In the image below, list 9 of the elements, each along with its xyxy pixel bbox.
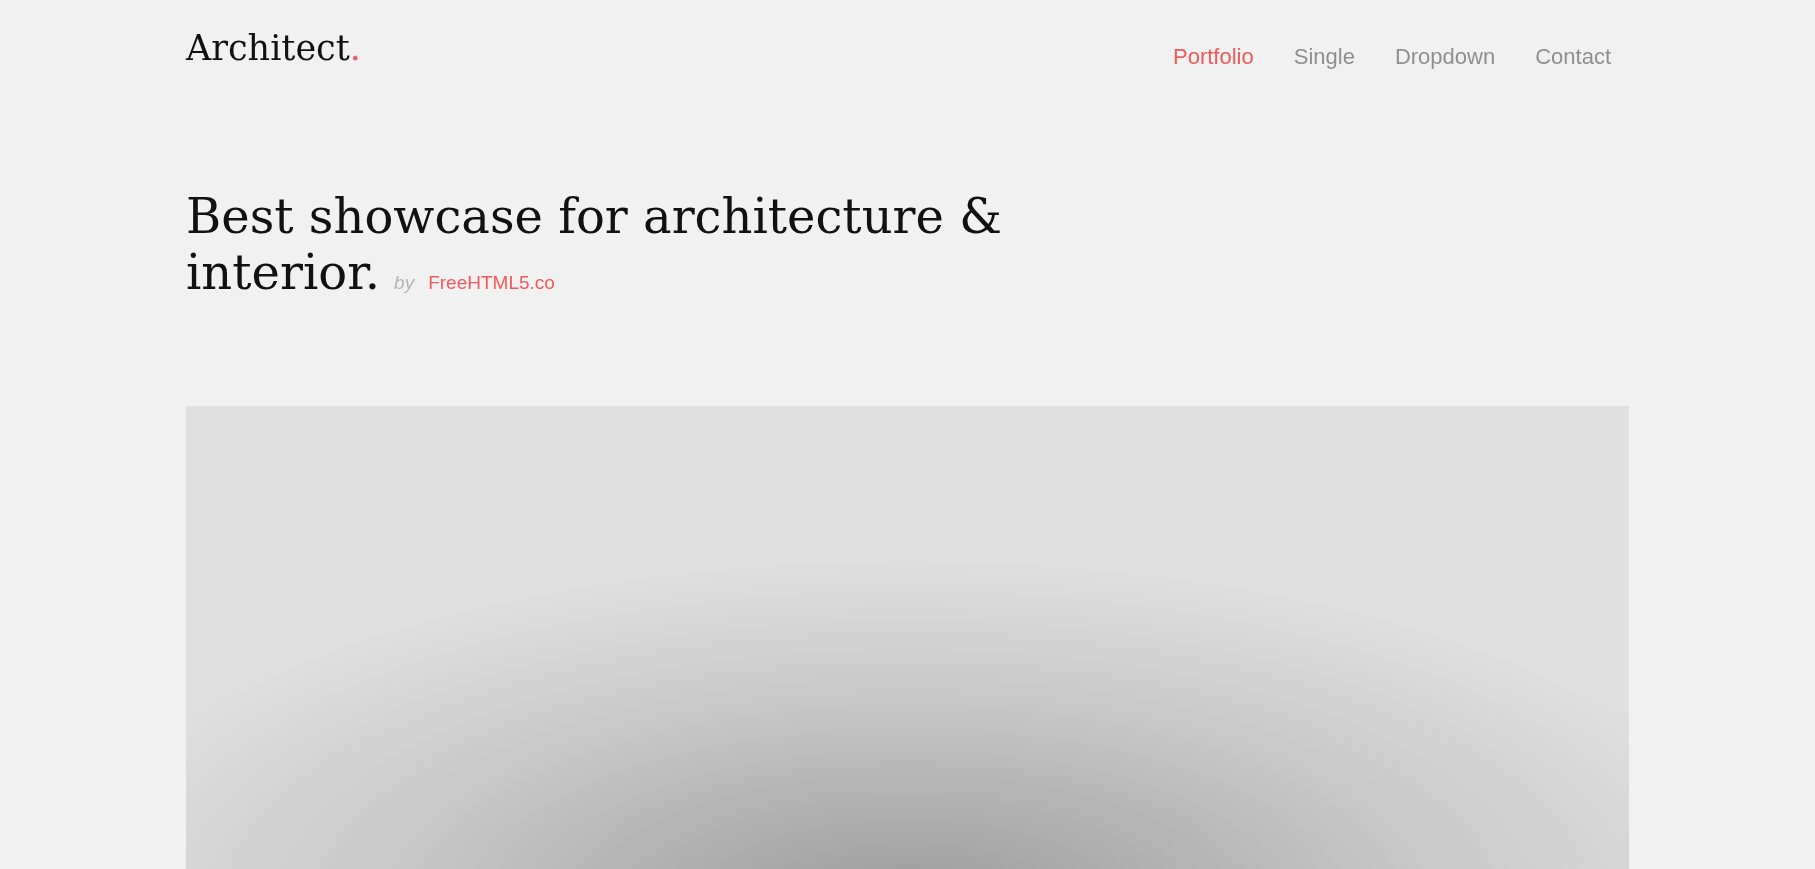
nav-link[interactable]: Single bbox=[1293, 42, 1355, 72]
nav-link[interactable]: Portfolio bbox=[1173, 42, 1254, 72]
site-logo[interactable]: Architect. bbox=[186, 26, 361, 70]
byline-label: by bbox=[394, 271, 415, 295]
author-link[interactable]: FreeHTML5.co bbox=[428, 269, 555, 298]
nav-link[interactable]: Dropdown bbox=[1394, 42, 1496, 72]
hero-title-line: Best showcase for architecture & bbox=[186, 188, 1003, 244]
nav-link[interactable]: Contact bbox=[1535, 42, 1611, 72]
hero-title-line: interior. bbox=[186, 244, 381, 300]
